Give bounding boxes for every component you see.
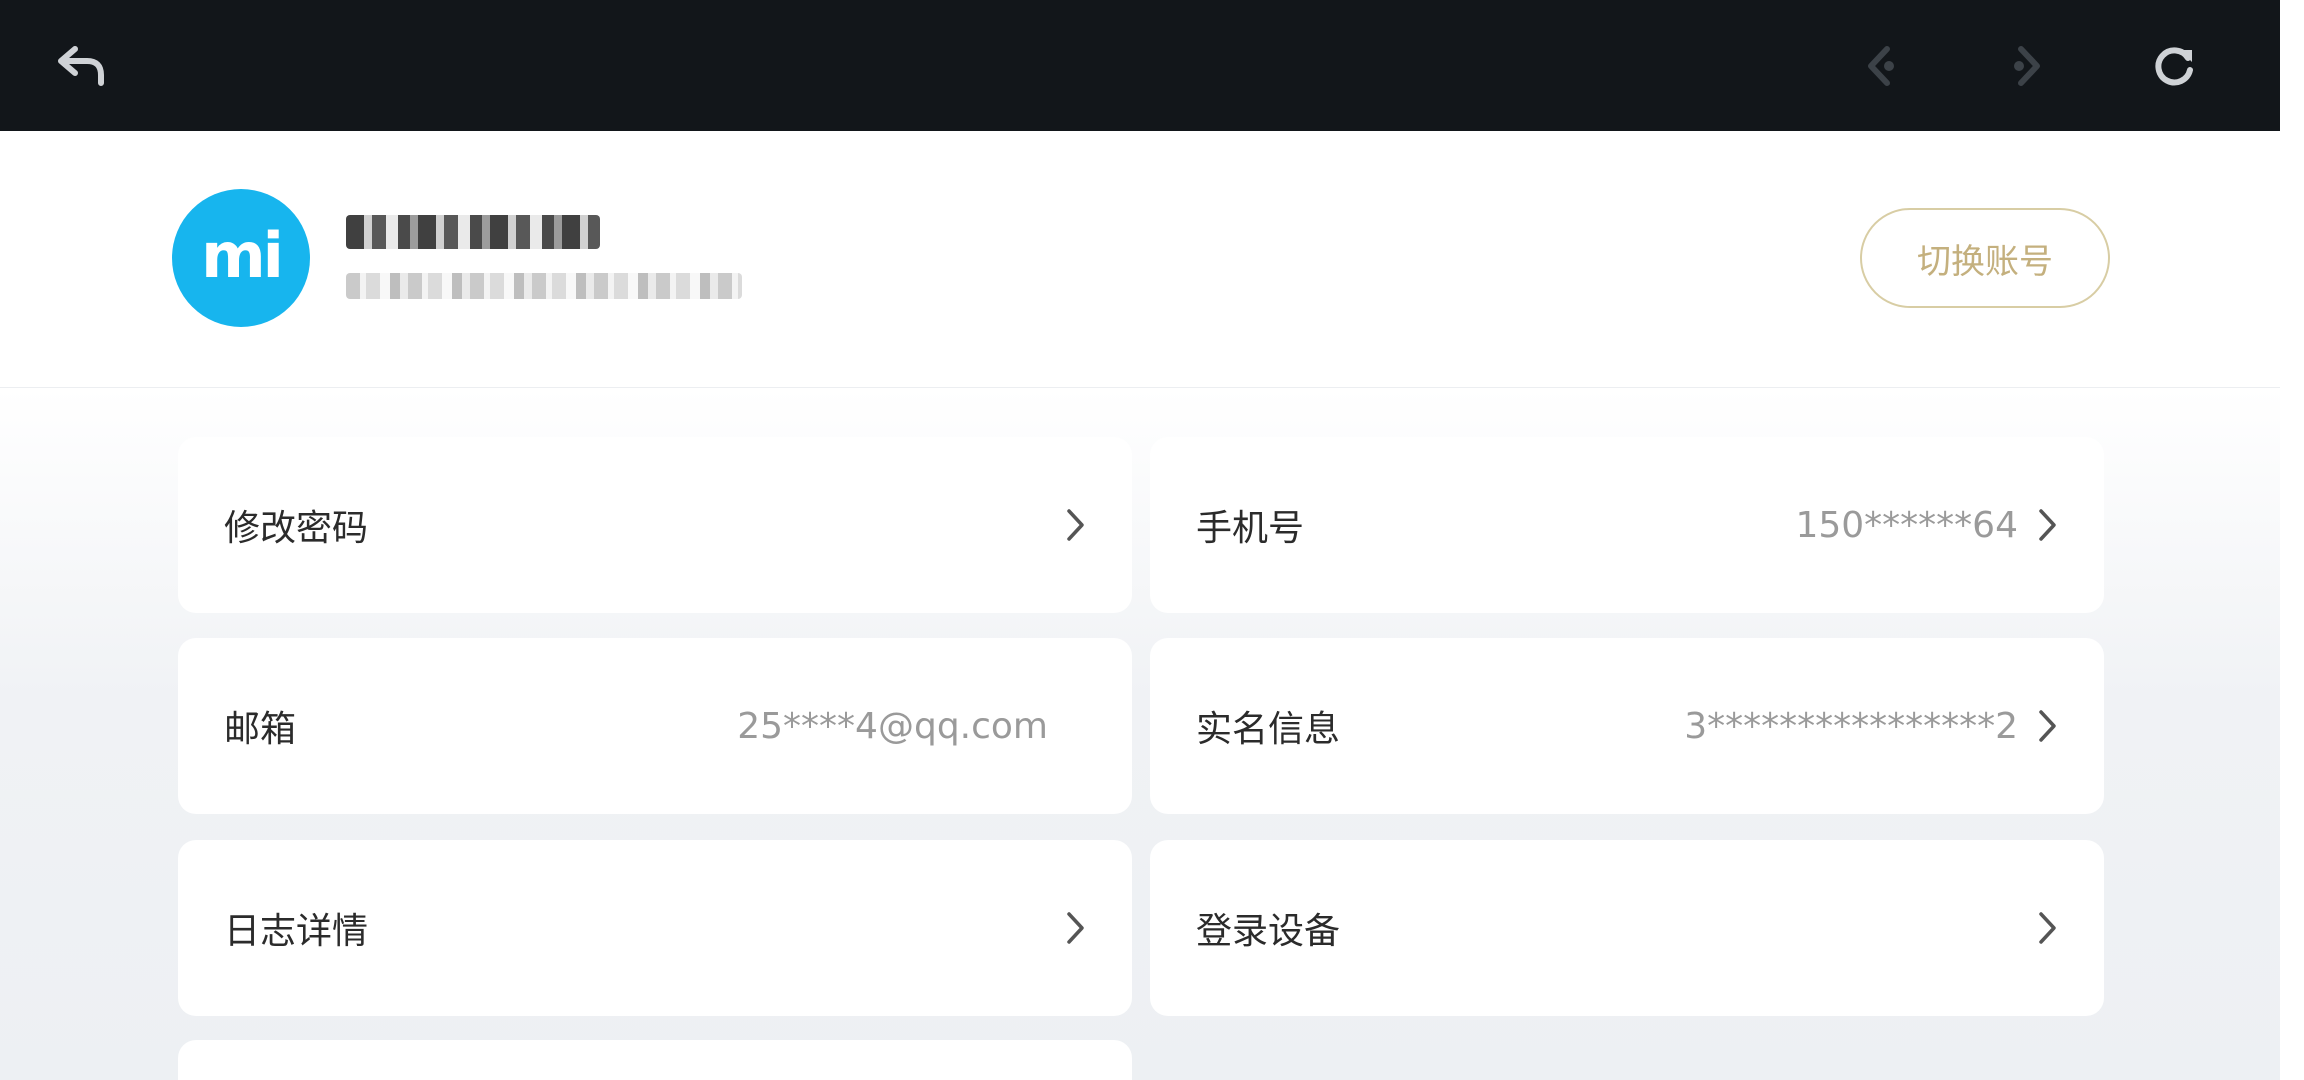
back-button[interactable] (52, 36, 112, 96)
chevron-right-icon (2036, 706, 2060, 746)
settings-content: 修改密码 手机号 150******64 邮箱 25****4@qq.com 实… (0, 388, 2280, 1080)
prev-page-button[interactable] (1852, 36, 1912, 96)
chevron-right-icon (1064, 908, 1088, 948)
real-name-item[interactable]: 实名信息 3****************2 (1150, 638, 2104, 814)
email-label: 邮箱 (224, 709, 297, 750)
partial-list-item[interactable] (178, 1040, 1132, 1080)
username-redacted (346, 215, 600, 249)
profile-header: mi 切换账号 (0, 131, 2280, 388)
phone-item[interactable]: 手机号 150******64 (1150, 437, 2104, 613)
real-name-label: 实名信息 (1196, 709, 1341, 750)
switch-account-button[interactable]: 切换账号 (1860, 208, 2110, 308)
email-value: 25****4@qq.com (737, 705, 1048, 747)
login-devices-label: 登录设备 (1196, 911, 1341, 952)
change-password-item[interactable]: 修改密码 (178, 437, 1132, 613)
email-item[interactable]: 邮箱 25****4@qq.com (178, 638, 1132, 814)
login-devices-item[interactable]: 登录设备 (1150, 840, 2104, 1016)
prev-icon (1859, 43, 1905, 89)
phone-value: 150******64 (1795, 504, 2018, 546)
avatar[interactable]: mi (172, 189, 310, 327)
top-toolbar (0, 0, 2280, 131)
log-details-label: 日志详情 (224, 911, 369, 952)
chevron-right-icon (1064, 505, 1088, 545)
real-name-value: 3****************2 (1684, 705, 2018, 747)
chevron-right-icon (2036, 908, 2060, 948)
change-password-label: 修改密码 (224, 508, 369, 549)
phone-label: 手机号 (1196, 508, 1305, 549)
chevron-right-icon (2036, 505, 2060, 545)
next-icon (2003, 43, 2049, 89)
avatar-logo-text: mi (201, 218, 284, 292)
refresh-icon (2150, 42, 2198, 90)
user-id-redacted (346, 273, 742, 299)
next-page-button[interactable] (1996, 36, 2056, 96)
screen-edge (2280, 0, 2304, 1080)
refresh-button[interactable] (2144, 36, 2204, 96)
log-details-item[interactable]: 日志详情 (178, 840, 1132, 1016)
back-arrow-icon (57, 43, 107, 89)
